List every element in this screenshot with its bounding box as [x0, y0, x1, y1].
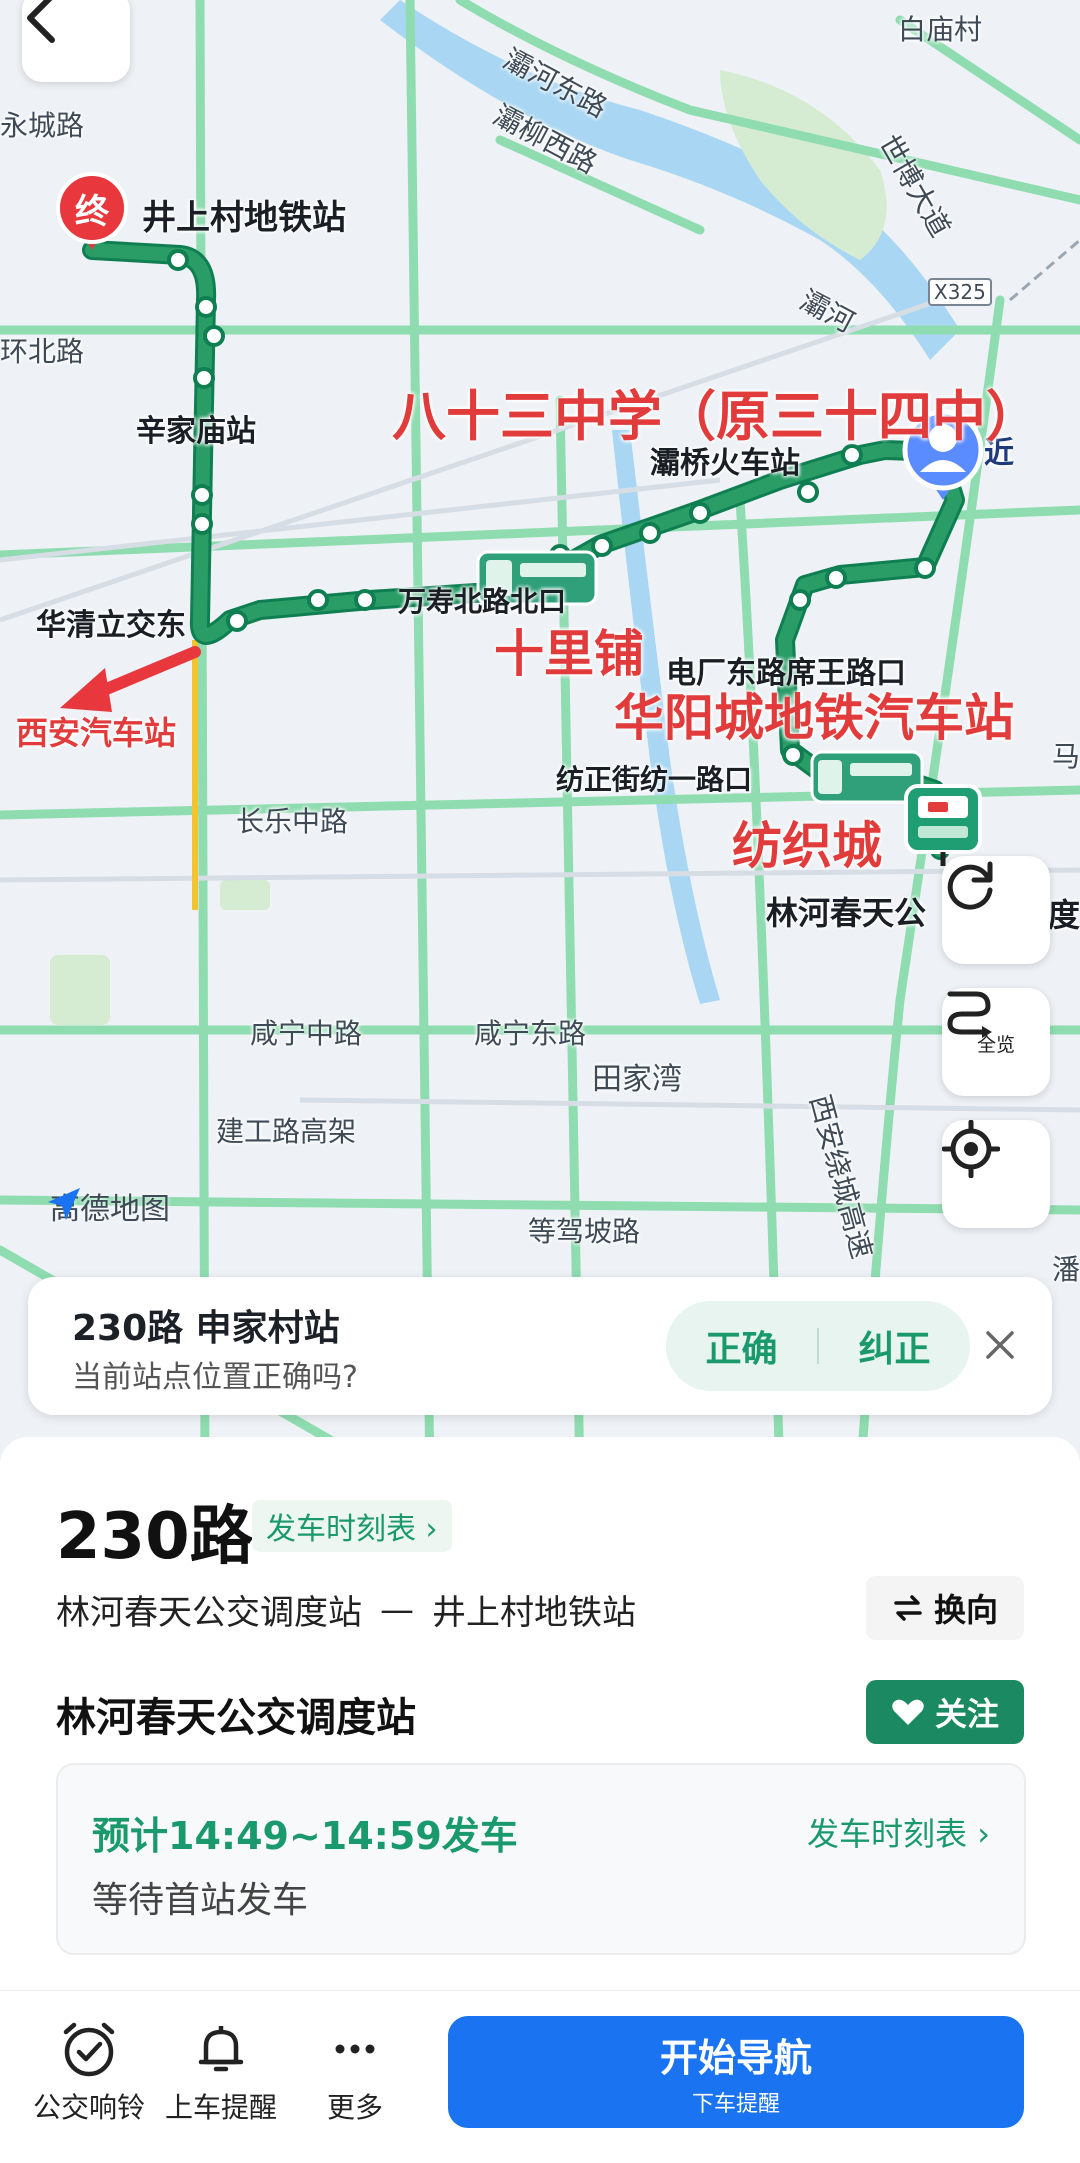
highway-badge: X325	[928, 278, 992, 306]
close-icon	[986, 1331, 1014, 1359]
locate-icon	[942, 1120, 1000, 1178]
street-label: 潘	[1052, 1253, 1080, 1286]
street-label: 环北路	[0, 335, 85, 368]
start-navigation-button[interactable]: 开始导航 下车提醒	[448, 2016, 1024, 2128]
back-button[interactable]	[22, 0, 130, 82]
feedback-question: 当前站点位置正确吗?	[72, 1360, 358, 1395]
annotation-shilipu: 十里铺	[494, 625, 644, 683]
direction-arrow: —	[380, 1589, 414, 1630]
timetable-link[interactable]: 发车时刻表 ›	[807, 1809, 990, 1855]
more-button[interactable]: 更多	[290, 2020, 420, 2126]
swap-direction-button[interactable]: 换向	[866, 1576, 1024, 1640]
feedback-title: 230路 申家村站	[72, 1308, 340, 1349]
current-stop-name: 林河春天公交调度站	[56, 1695, 416, 1741]
bell-icon	[198, 2026, 244, 2072]
refresh-button[interactable]	[942, 856, 1050, 964]
follow-label: 关注	[934, 1695, 999, 1733]
overview-button[interactable]: 全览	[942, 988, 1050, 1096]
bus-alarm-button[interactable]: 公交响铃	[24, 2020, 154, 2126]
boarding-reminder-button[interactable]: 上车提醒	[156, 2020, 286, 2126]
stop-label[interactable]: 华清立交东	[36, 600, 186, 644]
route-overview-icon	[947, 991, 992, 1038]
nav-sub-label: 下车提醒	[691, 2091, 780, 2117]
stop-label[interactable]: 辛家庙站	[136, 406, 256, 450]
bottom-item-label: 更多	[326, 2091, 383, 2124]
chevron-left-icon	[27, 0, 55, 43]
street-label: 咸宁中路	[250, 1017, 363, 1050]
street-label: 马	[1052, 740, 1080, 773]
heart-icon	[892, 1699, 924, 1725]
direction-to: 井上村地铁站	[432, 1593, 636, 1633]
annotation-huayang: 华阳城地铁汽车站	[614, 689, 1014, 747]
route-name: 230路	[56, 1500, 254, 1574]
bottom-item-label: 上车提醒	[164, 2091, 277, 2124]
swap-label: 换向	[933, 1591, 998, 1629]
area-label: 田家湾	[592, 1062, 682, 1097]
direction-from: 林河春天公交调度站	[56, 1593, 362, 1633]
annotation-school: 八十三中学（原三十四中）	[392, 385, 1040, 448]
close-button[interactable]	[972, 1317, 1028, 1373]
alarm-clock-icon	[63, 2022, 115, 2077]
station-icon	[904, 784, 982, 866]
refresh-icon	[947, 861, 993, 910]
timetable-chip[interactable]: 发车时刻表 ›	[252, 1500, 452, 1552]
feedback-actions: 正确 纠正	[666, 1301, 970, 1391]
street-label: 永城路	[0, 109, 85, 142]
bottom-item-label: 公交响铃	[32, 2091, 145, 2124]
stop-feedback-card: 230路 申家村站 当前站点位置正确吗? 正确 纠正	[28, 1277, 1052, 1415]
follow-button[interactable]: 关注	[866, 1680, 1024, 1744]
route-direction: 林河春天公交调度站 — 井上村地铁站	[56, 1585, 636, 1634]
street-label: 度	[1048, 896, 1080, 934]
amap-logo-icon	[48, 1188, 80, 1220]
more-icon	[335, 2044, 375, 2054]
street-label: 白庙村	[898, 13, 983, 46]
departure-estimate: 预计14:49~14:59发车	[92, 1814, 518, 1858]
street-label: 建工路高架	[216, 1115, 357, 1148]
annotation-xian-station: 西安汽车站	[16, 714, 177, 752]
swap-icon	[894, 1595, 922, 1621]
locate-button[interactable]	[942, 1120, 1050, 1228]
departure-status: 等待首站发车	[92, 1880, 309, 1921]
street-label: 长乐中路	[236, 805, 349, 838]
terminal-marker-text: 终	[75, 192, 109, 232]
departure-estimate-card: 预计14:49~14:59发车 发车时刻表 › 等待首站发车	[56, 1763, 1026, 1955]
stop-label[interactable]: 纺正街纺一路口	[556, 758, 752, 798]
fix-button[interactable]: 纠正	[819, 1320, 970, 1372]
stop-label-terminal[interactable]: 井上村地铁站	[142, 190, 346, 239]
correct-button[interactable]: 正确	[666, 1320, 817, 1372]
map-view[interactable]: 白庙村 灞河东路 灞柳西路 世博大道 灞河 X325 永城路 环北路 长乐中路 …	[0, 0, 1080, 1480]
street-label: 咸宁东路	[474, 1017, 587, 1050]
street-label: 等驾坡路	[528, 1215, 641, 1248]
annotation-fangzhicheng: 纺织城	[732, 817, 882, 875]
map-brand: 高德地图	[44, 1184, 170, 1228]
nav-label: 开始导航	[659, 2035, 812, 2080]
stop-label-origin[interactable]: 林河春天公	[766, 888, 926, 934]
